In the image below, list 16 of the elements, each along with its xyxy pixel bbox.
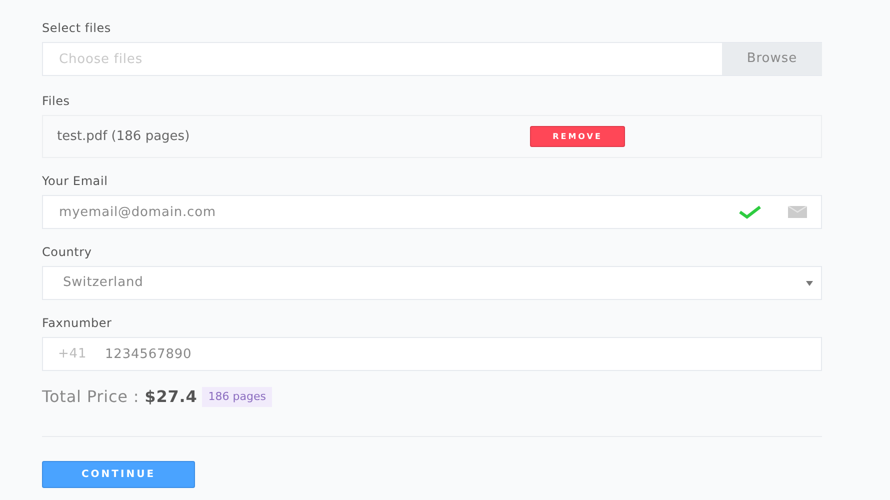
page-count-badge: 186 pages bbox=[202, 386, 272, 408]
continue-button[interactable]: CONTINUE bbox=[42, 461, 195, 488]
country-code: +41 bbox=[57, 345, 87, 364]
browse-button[interactable]: Browse bbox=[722, 43, 822, 75]
remove-button[interactable]: REMOVE bbox=[530, 126, 625, 147]
total-price: Total Price : $27.4 bbox=[42, 386, 198, 408]
envelope-icon bbox=[788, 206, 807, 218]
field-label: Your Email bbox=[42, 173, 108, 190]
email-field[interactable]: myemail@domain.com bbox=[42, 195, 822, 229]
field-label: Files bbox=[42, 93, 70, 110]
field-label: Country bbox=[42, 244, 92, 261]
country-select[interactable]: Switzerland bbox=[42, 266, 822, 300]
file-name: test.pdf (186 pages) bbox=[57, 128, 191, 146]
field-label: Faxnumber bbox=[42, 315, 112, 332]
caret-icon bbox=[806, 280, 813, 286]
field-label: Select files bbox=[42, 20, 111, 37]
